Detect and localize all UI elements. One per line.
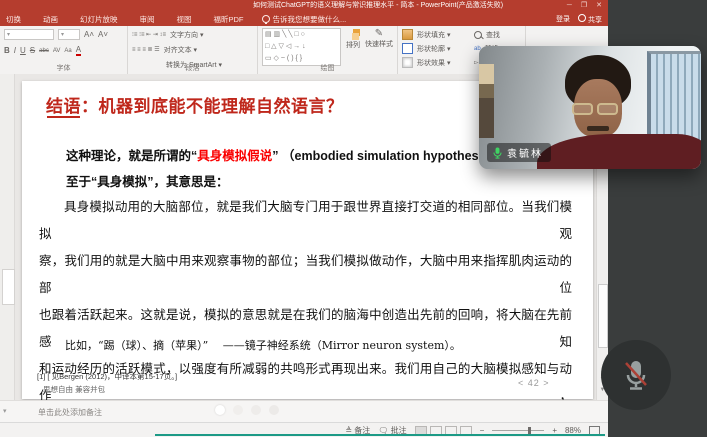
title-underline (47, 116, 80, 118)
char-spacing-button[interactable]: AV (53, 48, 61, 54)
window-title: 如何测试ChatGPT的语义理解与常识推理水平 - 简本 - PowerPoin… (253, 0, 503, 12)
screen: 如何测试ChatGPT的语义理解与常识推理水平 - 简本 - PowerPoin… (0, 0, 707, 437)
notes-placeholder[interactable]: 单击此处添加备注 (38, 407, 102, 418)
indicator-dots (215, 405, 279, 415)
slide-thumbnail-panel[interactable] (0, 74, 15, 400)
slide-motto: 思想自由 兼容并包 (43, 384, 105, 395)
quick-styles-icon: ✎ (365, 28, 393, 39)
tab-foxit-pdf[interactable]: 福昕PDF (214, 14, 244, 25)
collapse-caret-icon[interactable]: ▾ (3, 407, 7, 415)
slide-paragraph-2: 至于“具身模拟”，其意思是： (66, 171, 229, 190)
align-icons[interactable]: ≡ ≡ ≡ ≣ ☰ (132, 46, 160, 53)
shape-effects-icon (402, 57, 413, 68)
restore-button[interactable]: ❐ (581, 0, 587, 12)
change-case-button[interactable]: Aa (64, 48, 71, 54)
sign-in-button[interactable]: 登录 (556, 14, 570, 24)
tell-me-label: 告诉我您想要做什么... (273, 14, 347, 25)
share-button[interactable]: 共享 (578, 14, 602, 25)
underline-button[interactable]: U (20, 46, 26, 55)
bullets-icons[interactable]: ⁝≡ ⁝≡ ⇤ ⇥ ↕≡ (132, 31, 166, 38)
shape-gallery[interactable]: ▤ ▥ ╲ ╲ □ ○ □ △ ▽ ◁ → ↓ ▭ ◇ ~ ( ) { } (262, 28, 341, 66)
titlebar: 如何测试ChatGPT的语义理解与常识推理水平 - 简本 - PowerPoin… (0, 0, 608, 12)
slide-thumbnail[interactable] (2, 269, 15, 305)
shape-outline-button[interactable]: 形状轮廓 ▾ (417, 44, 450, 54)
slide-example-line: 比如，“踢（球）、摘（苹果）” ——镜子神经系统（Mirror neuron s… (65, 337, 461, 353)
italic-button[interactable]: I (14, 46, 16, 55)
shape-format-column: 形状填充 ▾ 形状轮廓 ▾ 形状效果 ▾ (398, 26, 470, 74)
arrange-icon (348, 29, 359, 40)
align-text-button[interactable]: 对齐文本 ▾ (164, 45, 197, 55)
strikethrough-button[interactable]: S (30, 46, 35, 55)
font-name-box[interactable]: ▾ (4, 29, 54, 40)
font-group: ▾ ▾ A˄ A˅ B I U S abc AV Aa A 字体 (0, 26, 128, 74)
shape-fill-button[interactable]: 形状填充 ▾ (417, 30, 450, 40)
close-button[interactable]: ✕ (596, 0, 602, 12)
find-icon (474, 31, 482, 39)
slide-page-indicator: < 42 > (518, 378, 550, 388)
font-group-label[interactable]: 字体 (0, 63, 127, 73)
shape-outline-icon (402, 43, 413, 54)
tab-animations[interactable]: 动画 (43, 14, 58, 25)
notes-pane[interactable]: ▾ 单击此处添加备注 (0, 400, 608, 423)
quick-styles-button[interactable]: 快速样式 (365, 39, 393, 49)
participant-name: 袁毓林 (507, 145, 543, 160)
shape-effects-button[interactable]: 形状效果 ▾ (417, 58, 450, 68)
shrink-font-button[interactable]: A˅ (98, 30, 108, 39)
find-button[interactable]: 查找 (486, 30, 500, 40)
cam-person-glasses (572, 103, 624, 116)
font-color-button[interactable]: A (76, 45, 81, 56)
tab-view[interactable]: 视图 (177, 14, 192, 25)
webcam-video-tile[interactable]: 袁毓林 (479, 46, 701, 169)
lightbulb-icon (262, 15, 270, 23)
slide-footnote: [1] [ 见Bergen (2012)，中译本第15-17页。] (37, 371, 177, 382)
highlight-term: 具身模拟假说 (197, 149, 272, 163)
text-direction-button[interactable]: 文字方向 ▾ (170, 30, 203, 40)
grow-font-button[interactable]: A˄ (84, 30, 94, 39)
minimize-button[interactable]: ─ (567, 0, 572, 12)
clear-format-button[interactable]: abc (39, 48, 49, 54)
paragraph-group: ⁝≡ ⁝≡ ⇤ ⇥ ↕≡ 文字方向 ▾ ≡ ≡ ≡ ≣ ☰ 对齐文本 ▾ 转换为… (128, 26, 258, 74)
tell-me-box[interactable]: 告诉我您想要做什么... (262, 14, 347, 25)
tab-transitions[interactable]: 切换 (6, 14, 21, 25)
bold-button[interactable]: B (4, 46, 10, 55)
drawing-group-label[interactable]: 绘图 (258, 63, 397, 73)
cam-bookshelf (479, 64, 494, 138)
slide-paragraph-1: 这种理论，就是所谓的“具身模拟假说” （embodied simulation … (66, 145, 508, 164)
zoom-slider[interactable] (492, 430, 544, 431)
person-icon (578, 14, 586, 22)
arrange-button[interactable]: 排列 (346, 40, 360, 50)
mic-on-icon (492, 146, 503, 160)
zoom-slider-knob[interactable] (528, 427, 531, 434)
slide-title: 结语：机器到底能不能理解自然语言？ (46, 92, 344, 117)
cam-person-mustache (587, 126, 609, 131)
scrollbar-thumb[interactable] (598, 284, 608, 348)
muted-mic-button[interactable] (601, 340, 671, 410)
font-size-box[interactable]: ▾ (58, 29, 80, 40)
muted-mic-icon (620, 358, 652, 392)
tab-slideshow[interactable]: 幻灯片放映 (80, 14, 118, 25)
drawing-group: ▤ ▥ ╲ ╲ □ ○ □ △ ▽ ◁ → ↓ ▭ ◇ ~ ( ) { } 排列… (258, 26, 398, 74)
screen-share-border (155, 434, 605, 436)
tab-review[interactable]: 审阅 (140, 14, 155, 25)
paragraph-group-label[interactable]: 段落 (128, 63, 257, 73)
ribbon-tab-bar: 切换 动画 幻灯片放映 审阅 视图 福昕PDF 告诉我您想要做什么... (0, 12, 608, 26)
participant-name-badge: 袁毓林 (487, 143, 551, 162)
shape-fill-icon (402, 29, 413, 40)
